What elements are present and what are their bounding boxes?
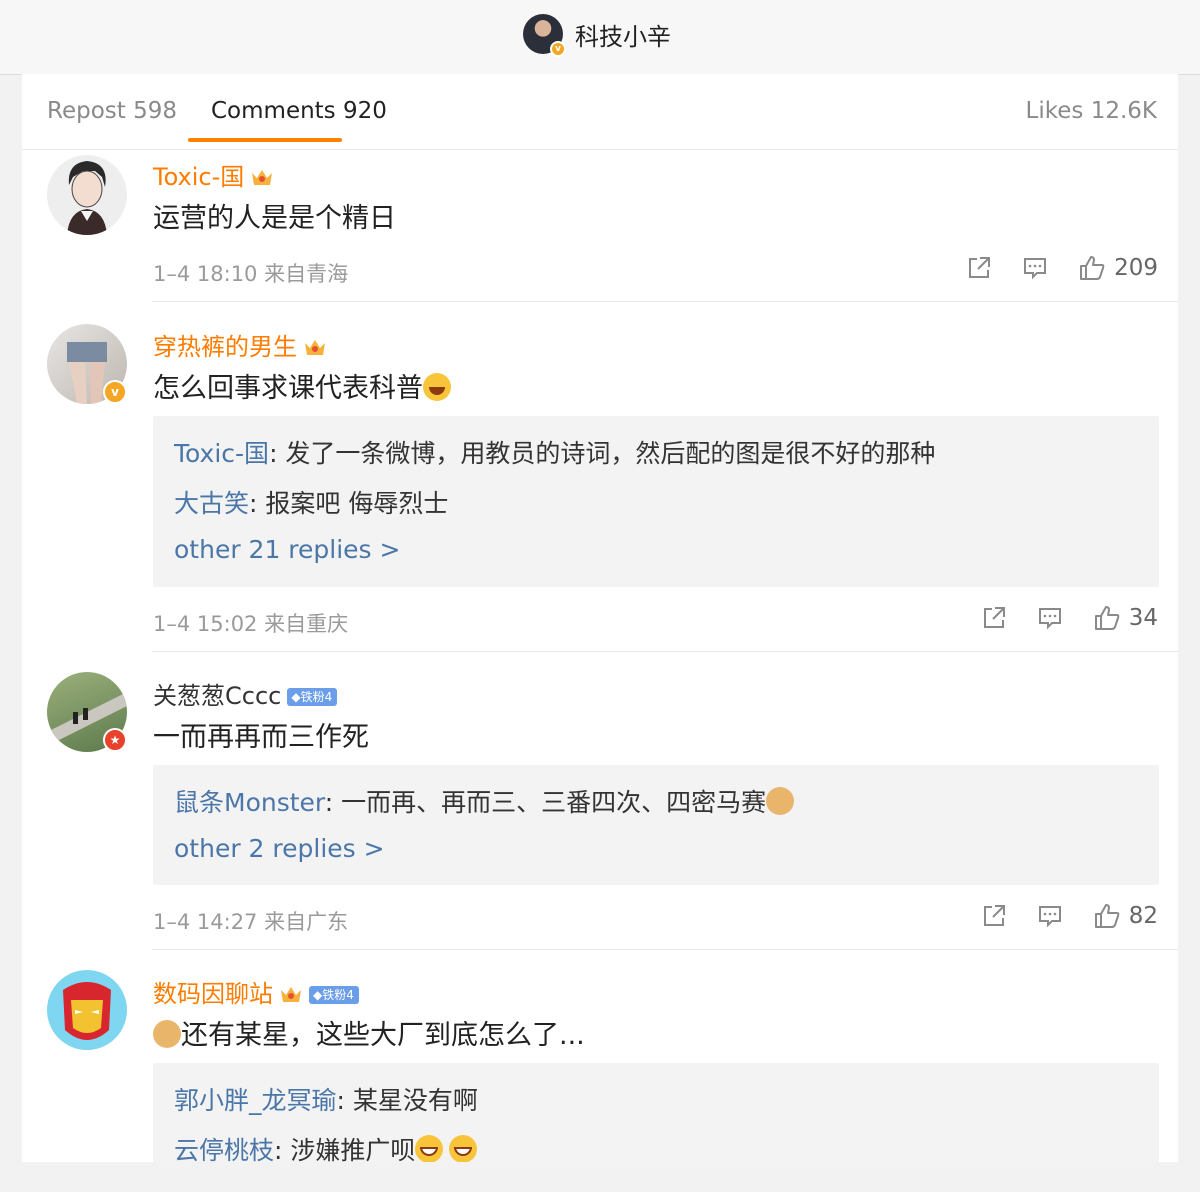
comment-item: Toxic-国 运营的人是是个精日 1–4 18:10 来自青海 209: [22, 150, 1178, 302]
commenter-avatar[interactable]: v: [47, 324, 127, 404]
comment-meta: 1–4 15:02 来自重庆: [153, 608, 348, 638]
replies-box[interactable]: 鼠条Monster: 一而再、再而三、三番四次、四密马赛 other 2 rep…: [153, 765, 1159, 885]
comment-text: 还有某星，这些大厂到底怎么了...: [153, 1013, 585, 1052]
comment-meta: 1–4 14:27 来自广东: [153, 906, 348, 936]
comment-text-body: 怎么回事求课代表科普: [153, 373, 423, 404]
share-icon[interactable]: [981, 605, 1007, 631]
comment-username[interactable]: 数码因聊站 ◆铁粉4: [153, 974, 359, 1009]
doge-emoji-icon: [766, 787, 795, 815]
laugh-cry-emoji-icon: [423, 373, 451, 401]
fan-level-text: 铁粉4: [322, 988, 354, 1002]
commenter-avatar[interactable]: ★: [47, 672, 127, 752]
reply-item[interactable]: 鼠条Monster: 一而再、再而三、三番四次、四密马赛: [174, 783, 795, 819]
crown-icon: [305, 340, 325, 355]
username-text[interactable]: 数码因聊站: [153, 980, 273, 1008]
tab-likes[interactable]: Likes 12.6K: [1026, 98, 1157, 124]
comment-time: 1–4 15:02: [153, 612, 258, 636]
reply-text: : 发了一条微博，用教员的诗词，然后配的图是很不好的那种: [269, 439, 936, 468]
username-text[interactable]: 穿热裤的男生: [153, 333, 297, 361]
top-bar: v 科技小辛: [0, 0, 1200, 75]
reply-username[interactable]: 云停桃枝: [174, 1136, 274, 1162]
author-name[interactable]: 科技小辛: [575, 17, 671, 52]
verified-badge-icon: v: [103, 380, 127, 404]
comment-icon[interactable]: [1022, 255, 1048, 281]
share-icon[interactable]: [966, 255, 992, 281]
comment-time: 1–4 18:10: [153, 262, 258, 286]
crown-icon: [281, 987, 301, 1002]
reply-text: : 报案吧 侮辱烈士: [249, 489, 449, 518]
comment-location: 来自青海: [264, 262, 349, 286]
like-icon[interactable]: [1078, 254, 1106, 282]
reply-text: : 涉嫌推广呗: [274, 1136, 416, 1162]
author-avatar[interactable]: v: [523, 14, 566, 57]
share-icon[interactable]: [981, 903, 1007, 929]
reply-text: : 某星没有啊: [336, 1086, 478, 1115]
comment-username[interactable]: Toxic-国: [153, 157, 274, 192]
comment-text: 怎么回事求课代表科普: [153, 366, 451, 405]
comment-item: 数码因聊站 ◆铁粉4 还有某星，这些大厂到底怎么了... 郭小胖_龙冥瑜: 某星没…: [22, 950, 1178, 1162]
fan-level-text: 铁粉4: [300, 690, 333, 704]
star-badge-icon: ★: [103, 728, 127, 752]
crown-icon: [252, 170, 273, 185]
reply-item[interactable]: 大古笑: 报案吧 侮辱烈士: [174, 484, 448, 520]
fan-level-badge: ◆铁粉4: [309, 986, 359, 1004]
comment-text: 一而再再而三作死: [153, 722, 369, 753]
replies-box[interactable]: 郭小胖_龙冥瑜: 某星没有啊 云停桃枝: 涉嫌推广呗: [153, 1063, 1159, 1162]
reply-item[interactable]: Toxic-国: 发了一条微博，用教员的诗词，然后配的图是很不好的那种: [174, 434, 935, 470]
reply-item[interactable]: 云停桃枝: 涉嫌推广呗: [174, 1131, 478, 1162]
reply-item[interactable]: 郭小胖_龙冥瑜: 某星没有啊: [174, 1081, 478, 1117]
comment-icon[interactable]: [1037, 903, 1063, 929]
comment-meta: 1–4 18:10 来自青海: [153, 258, 348, 288]
like-count: 209: [1114, 255, 1158, 281]
reply-username[interactable]: 鼠条Monster: [174, 788, 325, 817]
reply-username[interactable]: Toxic-国: [174, 439, 269, 468]
comment-actions: 34: [981, 604, 1158, 632]
commenter-avatar[interactable]: [47, 155, 127, 235]
like-count: 82: [1128, 903, 1158, 929]
more-replies-link[interactable]: other 21 replies >: [174, 535, 400, 564]
tab-repost[interactable]: Repost 598: [47, 98, 177, 124]
fan-level-badge: ◆铁粉4: [287, 688, 338, 706]
comment-time: 1–4 14:27: [153, 910, 258, 934]
reply-username[interactable]: 郭小胖_龙冥瑜: [174, 1086, 337, 1115]
bottom-bar: [0, 1162, 1200, 1192]
replies-box[interactable]: Toxic-国: 发了一条微博，用教员的诗词，然后配的图是很不好的那种 大古笑:…: [153, 416, 1159, 587]
comment-text-body: 还有某星，这些大厂到底怎么了...: [181, 1020, 585, 1051]
like-icon[interactable]: [1093, 902, 1121, 930]
comment-item: ★ 关葱葱Cccc ◆铁粉4 一而再再而三作死 鼠条Monster: 一而再、再而…: [22, 652, 1178, 950]
comment-icon[interactable]: [1037, 605, 1063, 631]
comment-location: 来自广东: [264, 910, 349, 934]
comment-text: 运营的人是是个精日: [153, 203, 396, 234]
post-author[interactable]: v 科技小辛: [523, 13, 671, 57]
verified-badge-icon: v: [550, 41, 566, 57]
comment-username[interactable]: 穿热裤的男生: [153, 327, 327, 362]
doge-emoji-icon: [153, 1020, 181, 1048]
reply-text: : 一而再、再而三、三番四次、四密马赛: [324, 788, 767, 817]
commenter-avatar[interactable]: [47, 970, 127, 1050]
comment-location: 来自重庆: [264, 612, 349, 636]
active-tab-indicator: [188, 138, 342, 142]
tab-comments[interactable]: Comments 920: [211, 98, 387, 124]
grin-emoji-icon: [415, 1135, 444, 1162]
username-text[interactable]: 关葱葱Cccc: [153, 682, 281, 710]
grin-emoji-icon: [449, 1135, 478, 1162]
like-icon[interactable]: [1093, 604, 1121, 632]
comment-item: v 穿热裤的男生 怎么回事求课代表科普 Toxic-国: 发了一条微博，用教员的…: [22, 302, 1178, 652]
username-text[interactable]: Toxic-国: [153, 163, 244, 191]
comment-username[interactable]: 关葱葱Cccc ◆铁粉4: [153, 676, 338, 711]
comment-actions: 209: [966, 254, 1158, 282]
comment-actions: 82: [981, 902, 1158, 930]
more-replies-link[interactable]: other 2 replies >: [174, 834, 385, 863]
reply-username[interactable]: 大古笑: [174, 489, 249, 518]
like-count: 34: [1128, 605, 1158, 631]
